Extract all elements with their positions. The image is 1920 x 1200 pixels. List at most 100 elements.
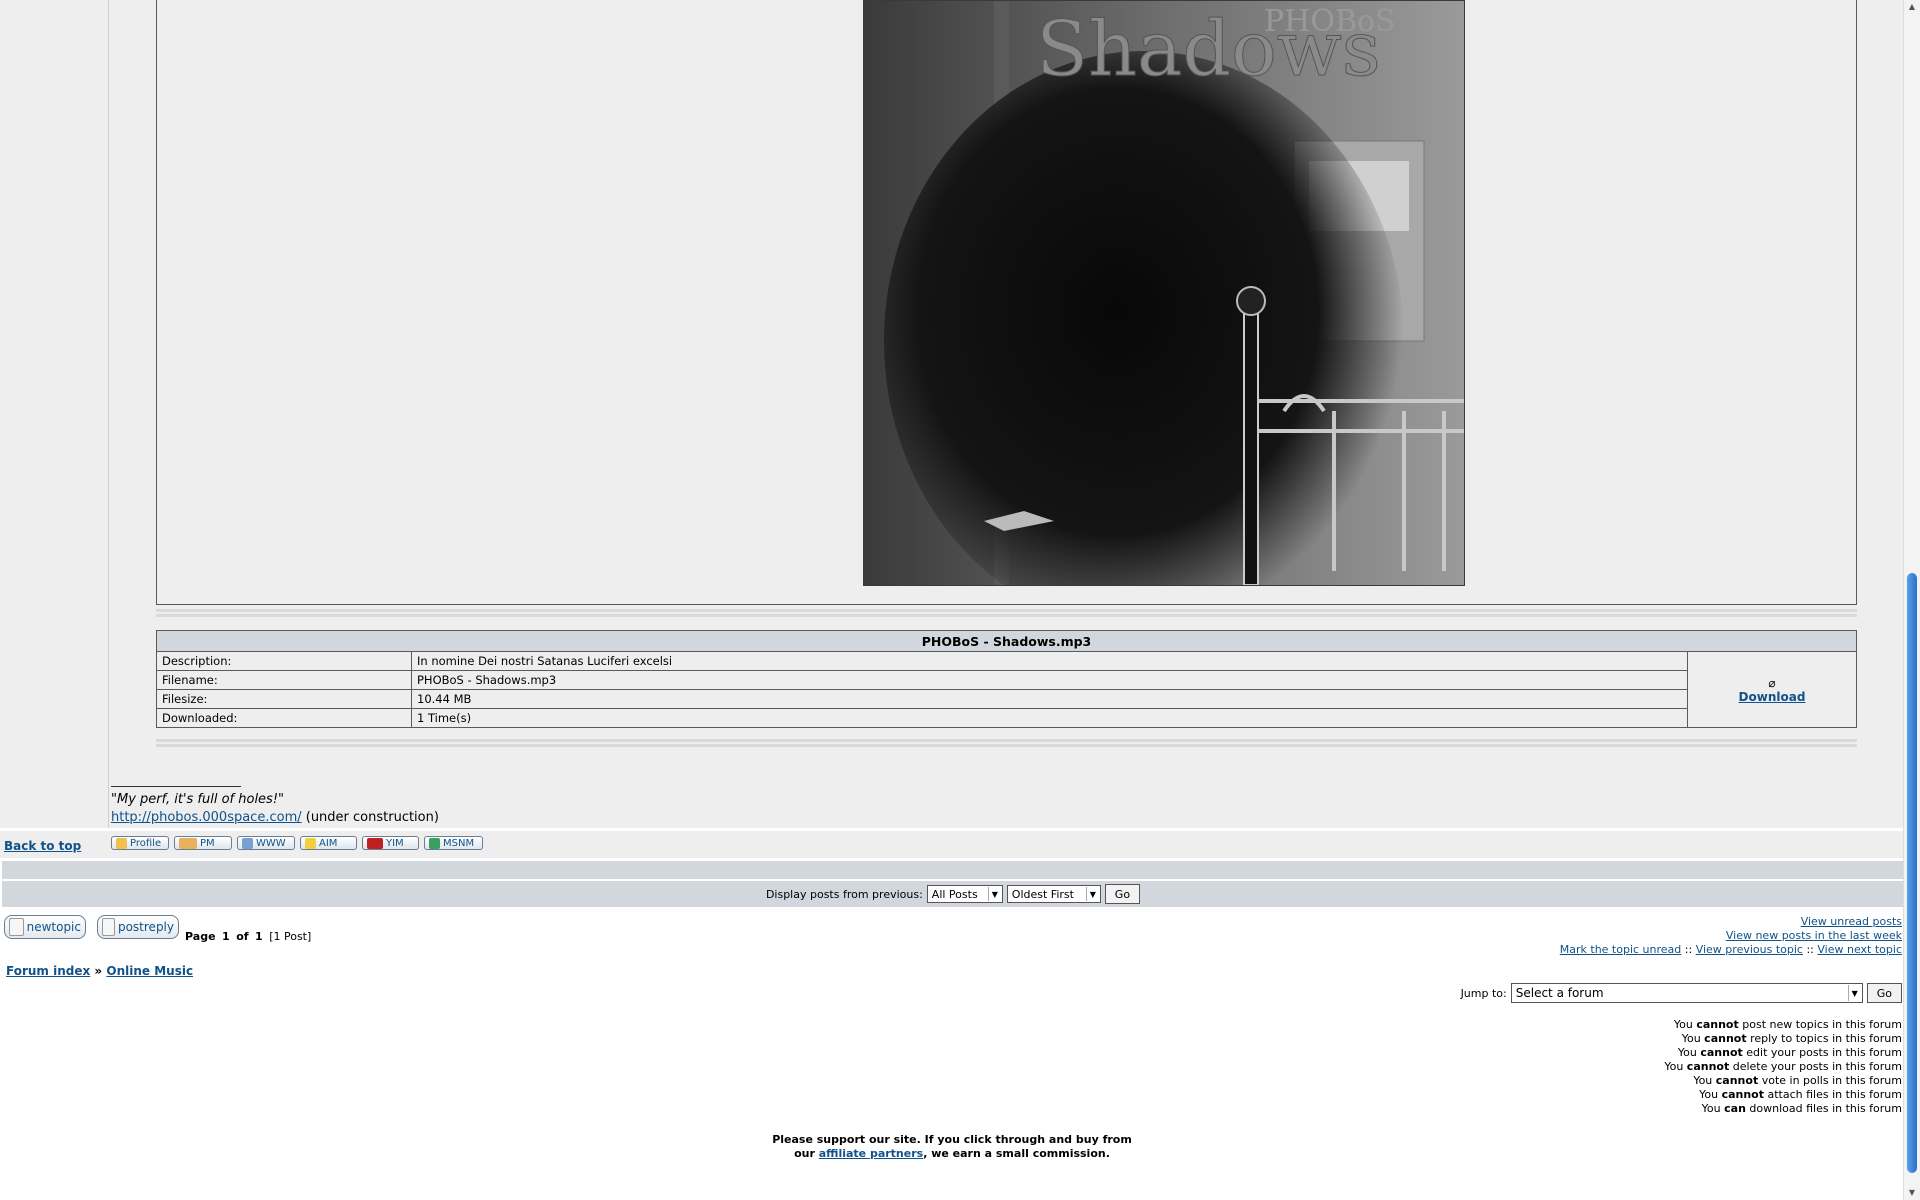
scroll-down-icon[interactable]: ▼ [1907, 1188, 1917, 1198]
post-reply-button[interactable]: postreply [97, 915, 179, 939]
breadcrumb-separator: » [94, 964, 103, 978]
signature-note: (under construction) [301, 810, 439, 825]
page-prefix: Page [185, 930, 216, 943]
post-author-column [0, 0, 109, 828]
pagination-info: Page 1 of 1 [1 Post] [185, 930, 314, 943]
period-select-value: All Posts [931, 887, 978, 901]
attachment-title: PHOBoS - Shadows.mp3 [156, 630, 1857, 652]
permission-item: You can download files in this forum [1701, 1102, 1902, 1115]
next-topic-link[interactable]: View next topic [1817, 943, 1902, 956]
affiliate-note: Please support our site. If you click th… [0, 1133, 1904, 1161]
attachment-key: Downloaded: [156, 708, 412, 728]
pm-button[interactable]: PM [174, 836, 232, 850]
post-footer: Back to top Profile PM WWW AIM YIM MSNM [0, 830, 1904, 858]
permission-item: You cannot reply to topics in this forum [1681, 1032, 1902, 1045]
order-select-value: Oldest First [1011, 887, 1074, 901]
topic-nav-links: View unread posts View new posts in the … [1560, 915, 1902, 957]
permission-item: You cannot post new topics in this forum [1673, 1018, 1902, 1031]
attachment-value: 1 Time(s) [411, 708, 1688, 728]
new-topic-icon [9, 918, 24, 936]
breadcrumb-forum-index[interactable]: Forum index [6, 964, 90, 978]
post-separator-bar [2, 861, 1904, 879]
jump-to-select-value: Select a forum [1515, 986, 1604, 1000]
scroll-thumb[interactable] [1907, 573, 1917, 1173]
profile-icon [116, 837, 127, 849]
vertical-scrollbar[interactable]: ▲ ▼ [1903, 0, 1920, 1200]
post-count: [1 Post] [269, 930, 312, 943]
back-to-top-link[interactable]: Back to top [4, 839, 81, 853]
signature-separator [111, 786, 241, 787]
previous-topic-link[interactable]: View previous topic [1696, 943, 1803, 956]
pm-icon [179, 837, 197, 849]
paperclip-icon: ⌀ [1768, 675, 1776, 690]
order-select[interactable]: Oldest First ▼ [1006, 885, 1101, 903]
page-of: of [236, 930, 249, 943]
display-posts-label: Display posts from previous: [765, 887, 923, 901]
attachment-key: Filesize: [156, 689, 412, 709]
attachment-image[interactable]: Shadows PHOBoS [863, 0, 1465, 586]
yim-button[interactable]: YIM [362, 836, 419, 850]
divider [156, 739, 1857, 747]
permission-item: You cannot edit your posts in this forum [1677, 1046, 1902, 1059]
aim-button-label: AIM [319, 837, 338, 849]
jump-to: Jump to: Select a forum ▼ Go [1461, 983, 1902, 1003]
band-name-art: PHOBoS [1264, 4, 1396, 39]
permission-item: You cannot vote in polls in this forum [1693, 1074, 1902, 1087]
breadcrumb-online-music[interactable]: Online Music [106, 964, 193, 978]
www-button[interactable]: WWW [237, 836, 295, 850]
attachment-image-frame: Shadows PHOBoS [156, 0, 1857, 605]
signature-line: http://phobos.000space.com/ (under const… [111, 810, 439, 825]
affiliate-partners-link[interactable]: affiliate partners [819, 1147, 923, 1160]
aim-icon [305, 837, 316, 849]
msnm-button[interactable]: MSNM [424, 836, 483, 850]
album-cover-art: Shadows PHOBoS [864, 1, 1464, 585]
profile-button-label: Profile [130, 837, 162, 849]
www-button-label: WWW [256, 837, 286, 849]
view-unread-link[interactable]: View unread posts [1801, 915, 1902, 928]
signature-link[interactable]: http://phobos.000space.com/ [111, 810, 302, 825]
attachment-key: Filename: [156, 670, 412, 690]
msnm-button-label: MSNM [443, 837, 475, 849]
pm-button-label: PM [200, 837, 215, 849]
period-select[interactable]: All Posts ▼ [926, 885, 1003, 903]
jump-to-label: Jump to: [1460, 986, 1507, 1000]
post-body: Shadows PHOBoS PHOBoS - Shadows.mp3 Desc… [0, 0, 1904, 828]
profile-button[interactable]: Profile [111, 836, 169, 850]
page-total: 1 [255, 930, 263, 943]
breadcrumb: Forum index » Online Music [6, 964, 193, 978]
jump-to-select[interactable]: Select a forum ▼ [1510, 983, 1863, 1003]
signature-quote: "My perf, it's full of holes!" [111, 792, 285, 807]
display-go-button[interactable]: Go [1104, 884, 1141, 904]
attachment-value: 10.44 MB [411, 689, 1688, 709]
download-cell: ⌀ Download [1687, 651, 1857, 728]
link-separator: :: [1806, 943, 1814, 956]
new-topic-button[interactable]: newtopic [4, 915, 86, 939]
attachment-value: In nomine Dei nostri Satanas Luciferi ex… [411, 651, 1688, 671]
post-reply-icon [102, 918, 115, 936]
new-topic-label: newtopic [26, 920, 81, 934]
home-icon [242, 837, 253, 849]
permissions-list: You cannot post new topics in this forum… [1664, 1018, 1902, 1116]
link-separator: :: [1684, 943, 1693, 956]
download-link[interactable]: Download [1739, 690, 1806, 704]
post-reply-label: postreply [117, 920, 174, 934]
chevron-down-icon: ▼ [1847, 985, 1861, 1001]
attachment-key: Description: [156, 651, 412, 671]
msn-icon [429, 837, 440, 849]
chevron-down-icon: ▼ [987, 887, 1001, 901]
yim-button-label: YIM [386, 837, 404, 849]
view-new-week-link[interactable]: View new posts in the last week [1726, 929, 1902, 942]
page-current: 1 [222, 930, 230, 943]
mark-unread-link[interactable]: Mark the topic unread [1560, 943, 1682, 956]
display-posts-bar: Display posts from previous: All Posts ▼… [2, 881, 1904, 907]
chevron-down-icon: ▼ [1085, 887, 1099, 901]
jump-go-button[interactable]: Go [1866, 983, 1902, 1003]
permission-item: You cannot delete your posts in this for… [1664, 1060, 1902, 1073]
attachment-table: PHOBoS - Shadows.mp3 Description: In nom… [156, 630, 1857, 728]
aim-button[interactable]: AIM [300, 836, 357, 850]
permission-item: You cannot attach files in this forum [1699, 1088, 1902, 1101]
divider [156, 609, 1857, 617]
attachment-value: PHOBoS - Shadows.mp3 [411, 670, 1688, 690]
scroll-up-icon[interactable]: ▲ [1907, 2, 1917, 12]
affiliate-note-line2: our affiliate partners, we earn a small … [794, 1147, 1110, 1160]
